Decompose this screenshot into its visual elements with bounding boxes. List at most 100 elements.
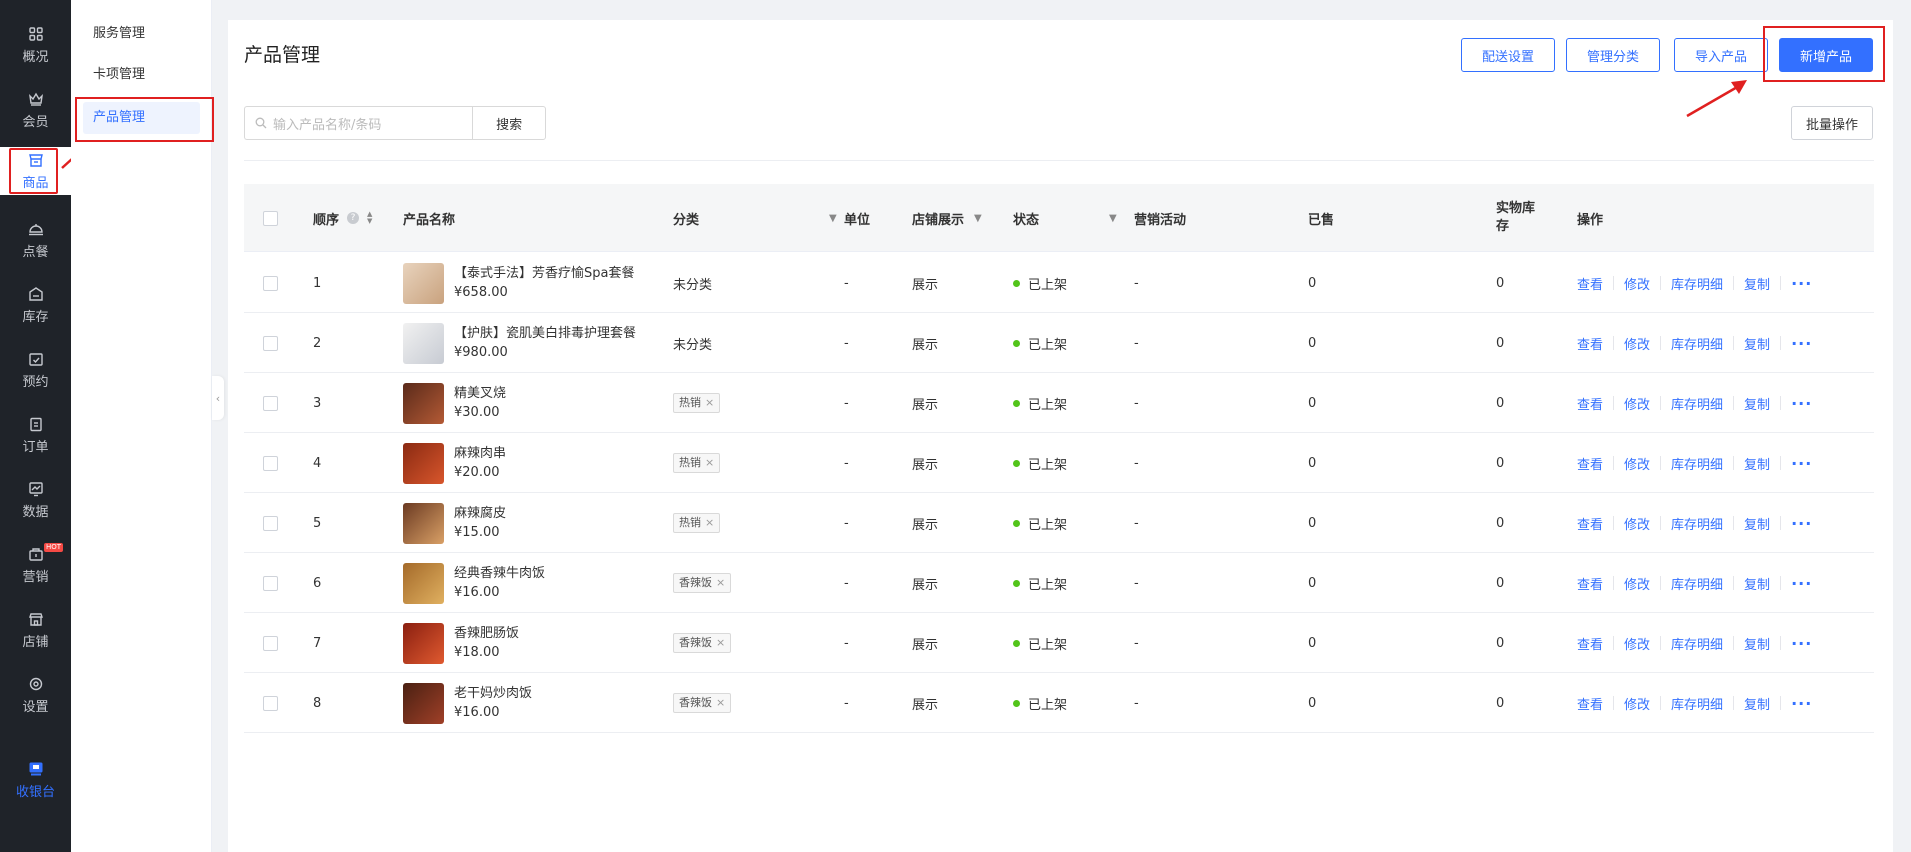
product-thumbnail[interactable]	[403, 262, 444, 304]
nav-item-member[interactable]: 会员	[0, 82, 71, 138]
filter-icon[interactable]: ▼	[829, 213, 837, 224]
manage-category-button[interactable]: 管理分类	[1566, 38, 1660, 72]
status-text: 已上架	[1028, 457, 1068, 473]
row-checkbox[interactable]	[263, 455, 278, 471]
stock-detail-button[interactable]: 库存明细	[1671, 634, 1723, 653]
view-button[interactable]: 查看	[1577, 574, 1603, 593]
copy-button[interactable]: 复制	[1744, 514, 1770, 533]
more-icon[interactable]: ···	[1791, 634, 1812, 653]
stock-detail-button[interactable]: 库存明细	[1671, 274, 1723, 293]
copy-button[interactable]: 复制	[1744, 454, 1770, 473]
action-separator	[1780, 696, 1782, 710]
stock-detail-button[interactable]: 库存明细	[1671, 694, 1723, 713]
close-icon[interactable]: ×	[705, 396, 714, 409]
filter-icon[interactable]: ▼	[974, 213, 982, 224]
product-thumbnail[interactable]	[403, 322, 444, 364]
copy-button[interactable]: 复制	[1744, 634, 1770, 653]
more-icon[interactable]: ···	[1791, 394, 1812, 413]
row-checkbox[interactable]	[263, 575, 278, 591]
row-checkbox[interactable]	[263, 335, 278, 351]
row-checkbox[interactable]	[263, 395, 278, 411]
help-icon[interactable]: ?	[347, 212, 360, 224]
more-icon[interactable]: ···	[1791, 514, 1812, 533]
product-thumbnail[interactable]	[403, 562, 444, 604]
product-thumbnail[interactable]	[403, 622, 444, 664]
view-button[interactable]: 查看	[1577, 454, 1603, 473]
product-thumbnail[interactable]	[403, 382, 444, 424]
nav-item-inventory[interactable]: 库存	[0, 277, 71, 333]
product-thumbnail[interactable]	[403, 442, 444, 484]
edit-button[interactable]: 修改	[1624, 274, 1650, 293]
subnav-item-service[interactable]: 服务管理	[83, 18, 200, 50]
copy-button[interactable]: 复制	[1744, 334, 1770, 353]
view-button[interactable]: 查看	[1577, 334, 1603, 353]
edit-button[interactable]: 修改	[1624, 514, 1650, 533]
product-thumbnail[interactable]	[403, 682, 444, 724]
product-name: 【泰式手法】芳香疗愉Spa套餐	[454, 266, 635, 281]
edit-button[interactable]: 修改	[1624, 574, 1650, 593]
product-info: 老干妈炒肉饭 ¥16.00	[454, 684, 532, 722]
highlight-box	[9, 148, 58, 194]
edit-button[interactable]: 修改	[1624, 694, 1650, 713]
nav-item-order-food[interactable]: 点餐	[0, 212, 71, 268]
view-button[interactable]: 查看	[1577, 514, 1603, 533]
subnav-item-card[interactable]: 卡项管理	[83, 59, 200, 91]
search-button[interactable]: 搜索	[472, 106, 546, 140]
filter-icon[interactable]: ▼	[1109, 213, 1117, 224]
close-icon[interactable]: ×	[705, 456, 714, 469]
copy-button[interactable]: 复制	[1744, 574, 1770, 593]
view-button[interactable]: 查看	[1577, 694, 1603, 713]
batch-operation-button[interactable]: 批量操作	[1791, 106, 1873, 140]
more-icon[interactable]: ···	[1791, 574, 1812, 593]
more-icon[interactable]: ···	[1791, 334, 1812, 353]
nav-item-cashier[interactable]: 收银台	[0, 752, 71, 808]
sub-nav: 服务管理 卡项管理 产品管理	[71, 0, 214, 852]
highlight-box	[1763, 26, 1885, 82]
stock-detail-button[interactable]: 库存明细	[1671, 334, 1723, 353]
product-thumbnail[interactable]	[403, 502, 444, 544]
search-input[interactable]: 输入产品名称/条码	[244, 106, 473, 140]
stock-detail-button[interactable]: 库存明细	[1671, 454, 1723, 473]
edit-button[interactable]: 修改	[1624, 334, 1650, 353]
row-checkbox[interactable]	[263, 635, 278, 651]
nav-item-overview[interactable]: 概况	[0, 17, 71, 73]
row-checkbox[interactable]	[263, 695, 278, 711]
select-all-checkbox[interactable]	[263, 210, 278, 226]
delivery-settings-button[interactable]: 配送设置	[1461, 38, 1555, 72]
col-order[interactable]: 顺序 ? ▲ ▼	[313, 184, 372, 252]
action-separator	[1660, 636, 1662, 650]
row-checkbox[interactable]	[263, 515, 278, 531]
category-tag-label: 热销	[679, 516, 701, 529]
status-text: 已上架	[1028, 697, 1068, 713]
nav-item-data[interactable]: 数据	[0, 472, 71, 528]
close-icon[interactable]: ×	[716, 636, 725, 649]
collapse-handle[interactable]: ‹	[212, 376, 224, 420]
more-icon[interactable]: ···	[1791, 274, 1812, 293]
sort-icon[interactable]: ▲ ▼	[367, 211, 372, 225]
view-button[interactable]: 查看	[1577, 394, 1603, 413]
nav-item-reservation[interactable]: 预约	[0, 342, 71, 398]
stock-detail-button[interactable]: 库存明细	[1671, 394, 1723, 413]
copy-button[interactable]: 复制	[1744, 394, 1770, 413]
view-button[interactable]: 查看	[1577, 274, 1603, 293]
stock-detail-button[interactable]: 库存明细	[1671, 514, 1723, 533]
stock-detail-button[interactable]: 库存明细	[1671, 574, 1723, 593]
nav-item-orders[interactable]: 订单	[0, 407, 71, 463]
view-button[interactable]: 查看	[1577, 634, 1603, 653]
close-icon[interactable]: ×	[705, 516, 714, 529]
edit-button[interactable]: 修改	[1624, 394, 1650, 413]
order-cell: 6	[313, 575, 322, 591]
nav-item-store[interactable]: 店铺	[0, 602, 71, 658]
row-checkbox[interactable]	[263, 275, 278, 291]
more-icon[interactable]: ···	[1791, 454, 1812, 473]
import-product-button[interactable]: 导入产品	[1674, 38, 1768, 72]
nav-item-marketing[interactable]: HOT 营销	[0, 537, 71, 593]
close-icon[interactable]: ×	[716, 576, 725, 589]
copy-button[interactable]: 复制	[1744, 694, 1770, 713]
more-icon[interactable]: ···	[1791, 694, 1812, 713]
close-icon[interactable]: ×	[716, 696, 725, 709]
copy-button[interactable]: 复制	[1744, 274, 1770, 293]
nav-item-settings[interactable]: 设置	[0, 667, 71, 723]
edit-button[interactable]: 修改	[1624, 634, 1650, 653]
edit-button[interactable]: 修改	[1624, 454, 1650, 473]
